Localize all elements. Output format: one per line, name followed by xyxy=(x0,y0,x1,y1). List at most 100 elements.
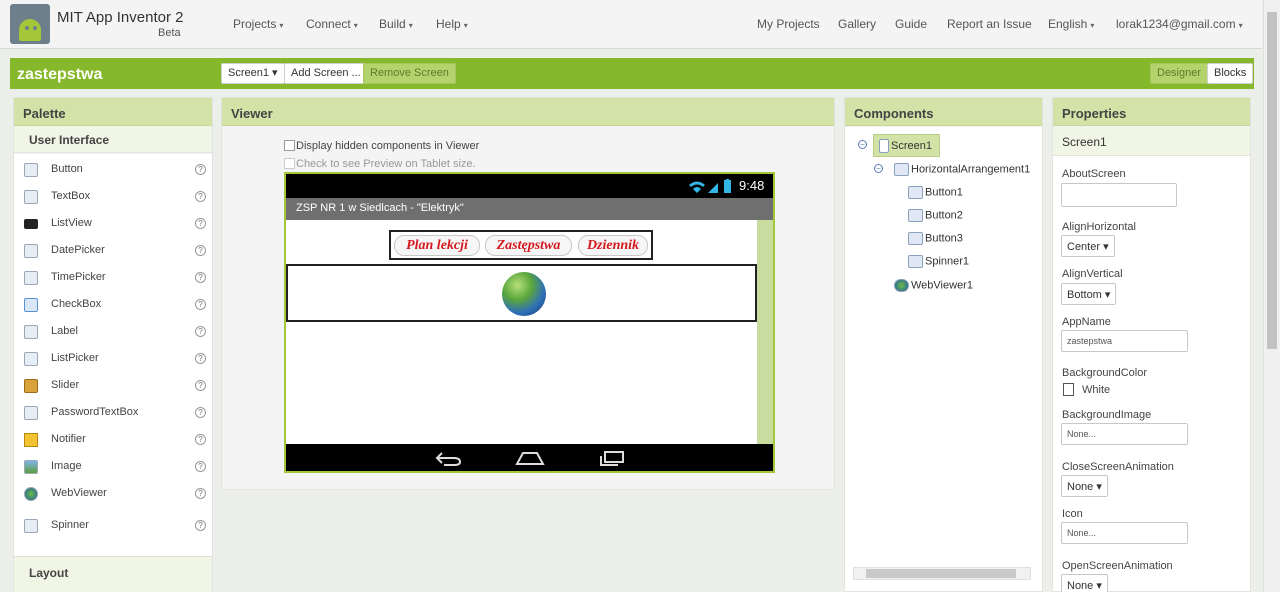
timepicker-icon xyxy=(24,271,38,285)
help-icon[interactable]: ? xyxy=(195,353,206,364)
palette-item-checkbox[interactable]: CheckBox? xyxy=(14,295,212,321)
help-icon[interactable]: ? xyxy=(195,272,206,283)
align-vertical-dropdown[interactable]: Bottom ▾ xyxy=(1061,283,1117,305)
palette-item-spinner[interactable]: Spinner? xyxy=(14,516,212,542)
display-hidden-label: Display hidden components in Viewer xyxy=(296,140,480,152)
help-icon[interactable]: ? xyxy=(195,191,206,202)
align-horizontal-label: AlignHorizontal xyxy=(1062,221,1136,233)
color-swatch-icon[interactable] xyxy=(1063,383,1074,396)
home-icon[interactable] xyxy=(515,451,545,466)
align-horizontal-dropdown[interactable]: Center ▾ xyxy=(1061,235,1115,257)
recent-apps-icon[interactable] xyxy=(598,450,626,466)
nav-help-menu[interactable]: Help ▾ xyxy=(436,17,468,31)
nav-connect-menu[interactable]: Connect ▾ xyxy=(306,17,358,31)
help-icon[interactable]: ? xyxy=(195,245,206,256)
android-logo-icon[interactable] xyxy=(10,4,50,44)
close-screen-animation-label: CloseScreenAnimation xyxy=(1062,461,1174,473)
palette-item-notifier[interactable]: Notifier? xyxy=(14,430,212,456)
nav-report-issue-link[interactable]: Report an Issue xyxy=(947,17,1032,31)
components-horizontal-scrollbar[interactable] xyxy=(853,567,1031,580)
help-icon[interactable]: ? xyxy=(195,488,206,499)
nav-language-menu[interactable]: English ▾ xyxy=(1048,17,1094,31)
blocks-button[interactable]: Blocks xyxy=(1207,63,1254,84)
help-icon[interactable]: ? xyxy=(195,164,206,175)
palette-item-webviewer[interactable]: WebViewer? xyxy=(14,484,212,510)
app-name-input[interactable]: zastepstwa xyxy=(1061,330,1188,352)
datepicker-icon xyxy=(24,244,38,258)
button-icon xyxy=(908,209,923,222)
remove-screen-button[interactable]: Remove Screen xyxy=(363,63,456,84)
tree-item-horizontalarrangement1[interactable]: HorizontalArrangement1 xyxy=(894,163,1030,176)
palette-item-label[interactable]: Label? xyxy=(14,322,212,348)
project-name: zastepstwa xyxy=(17,66,103,83)
palette-item-textbox[interactable]: TextBox? xyxy=(14,187,212,213)
about-screen-textarea[interactable] xyxy=(1061,183,1177,207)
button1-preview[interactable]: Plan lekcji xyxy=(394,235,480,256)
palette-item-passwordtextbox[interactable]: PasswordTextBox? xyxy=(14,403,212,429)
palette-category-layout[interactable]: Layout xyxy=(14,556,212,592)
tree-item-webviewer1[interactable]: WebViewer1 xyxy=(894,279,973,292)
tree-item-screen1[interactable]: Screen1 xyxy=(879,139,932,153)
help-icon[interactable]: ? xyxy=(195,461,206,472)
palette-item-datepicker[interactable]: DatePicker? xyxy=(14,241,212,267)
close-screen-animation-dropdown[interactable]: None ▾ xyxy=(1061,475,1108,497)
palette-item-slider[interactable]: Slider? xyxy=(14,376,212,402)
palette-category-user-interface[interactable]: User Interface xyxy=(14,126,212,153)
label-icon xyxy=(24,325,38,339)
button2-preview[interactable]: Zastępstwa xyxy=(485,235,572,256)
help-icon[interactable]: ? xyxy=(195,380,206,391)
tree-item-button3[interactable]: Button3 xyxy=(908,232,963,245)
tree-item-spinner1[interactable]: Spinner1 xyxy=(908,255,969,268)
help-icon[interactable]: ? xyxy=(195,299,206,310)
palette-item-listview[interactable]: ListView? xyxy=(14,214,212,240)
tree-item-button2[interactable]: Button2 xyxy=(908,209,963,222)
collapse-toggle-icon[interactable]: − xyxy=(874,164,883,173)
nav-gallery-link[interactable]: Gallery xyxy=(838,17,876,31)
palette-item-button[interactable]: Button? xyxy=(14,160,212,186)
background-image-input[interactable]: None... xyxy=(1061,423,1188,445)
display-hidden-checkbox[interactable] xyxy=(284,140,295,151)
nav-account-menu[interactable]: lorak1234@gmail.com ▾ xyxy=(1116,17,1243,31)
help-icon[interactable]: ? xyxy=(195,407,206,418)
brand-title: MIT App Inventor 2 xyxy=(57,9,184,26)
button3-preview[interactable]: Dziennik xyxy=(578,235,648,256)
collapse-toggle-icon[interactable]: − xyxy=(858,140,867,149)
nav-my-projects-link[interactable]: My Projects xyxy=(757,17,820,31)
help-icon[interactable]: ? xyxy=(195,520,206,531)
nav-projects-menu[interactable]: Projects ▾ xyxy=(233,17,283,31)
palette-item-image[interactable]: Image? xyxy=(14,457,212,483)
icon-label: Icon xyxy=(1062,508,1083,520)
align-vertical-label: AlignVertical xyxy=(1062,268,1123,280)
screen-select-dropdown[interactable]: Screen1 ▾ xyxy=(221,63,285,84)
nav-guide-link[interactable]: Guide xyxy=(895,17,927,31)
listpicker-icon xyxy=(24,352,38,366)
icon-input[interactable]: None... xyxy=(1061,522,1188,544)
help-icon[interactable]: ? xyxy=(195,434,206,445)
add-screen-button[interactable]: Add Screen ... xyxy=(284,63,368,84)
back-icon[interactable] xyxy=(434,450,464,466)
open-screen-animation-dropdown[interactable]: None ▾ xyxy=(1061,574,1108,592)
tablet-preview-checkbox[interactable] xyxy=(284,158,295,169)
help-icon[interactable]: ? xyxy=(195,326,206,337)
help-icon[interactable]: ? xyxy=(195,218,206,229)
slider-icon xyxy=(24,379,38,393)
textbox-icon xyxy=(24,190,38,204)
palette-item-timepicker[interactable]: TimePicker? xyxy=(14,268,212,294)
palette-title: Palette xyxy=(14,98,212,126)
background-color-value[interactable]: White xyxy=(1082,384,1110,396)
designer-button[interactable]: Designer xyxy=(1150,63,1209,84)
scrollbar-thumb[interactable] xyxy=(866,569,1016,578)
properties-title: Properties xyxy=(1053,98,1250,126)
tree-item-button1[interactable]: Button1 xyxy=(908,186,963,199)
palette-item-listpicker[interactable]: ListPicker? xyxy=(14,349,212,375)
chevron-down-icon: ▾ xyxy=(279,21,284,30)
horizontal-arrangement-preview[interactable]: Plan lekcji Zastępstwa Dziennik xyxy=(389,230,653,260)
scrollbar-thumb[interactable] xyxy=(1267,12,1277,349)
page-vertical-scrollbar[interactable] xyxy=(1263,0,1280,592)
webviewer-icon xyxy=(894,279,909,292)
background-image-label: BackgroundImage xyxy=(1062,409,1152,421)
webviewer-preview[interactable] xyxy=(286,264,757,322)
spinner-icon xyxy=(908,255,923,268)
nav-build-menu[interactable]: Build ▾ xyxy=(379,17,413,31)
passwordtextbox-icon xyxy=(24,406,38,420)
